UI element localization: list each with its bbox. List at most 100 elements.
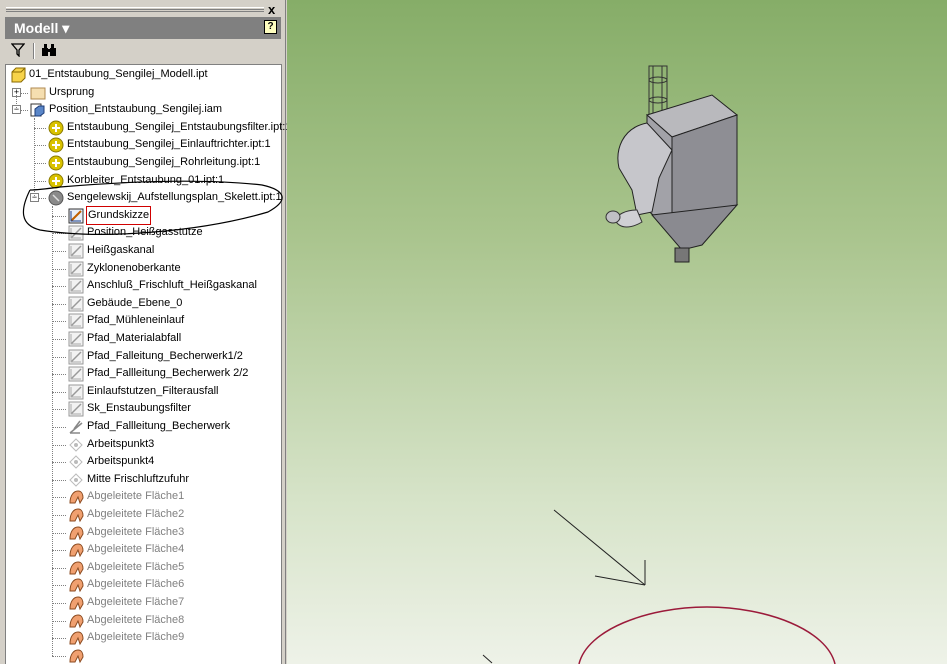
filter-model[interactable] <box>605 65 739 263</box>
sketch-icon <box>68 401 84 417</box>
tree-item[interactable]: Abgeleitete Fläche6 <box>6 576 281 593</box>
tree-item[interactable]: Grundskizze <box>6 205 281 225</box>
tree-item[interactable]: Abgeleitete Fläche4 <box>6 541 281 558</box>
tree-item-label: 01_Entstaubung_Sengilej_Modell.ipt <box>29 68 208 80</box>
tree-item[interactable]: Entstaubung_Sengilej_Entstaubungsfilter.… <box>6 119 291 136</box>
tree-item[interactable]: Pfad_Mühleneinlauf <box>6 312 281 329</box>
tree-connector <box>34 145 46 147</box>
tree-item[interactable]: Pfad_Fallleitung_Becherwerk <box>6 418 281 435</box>
tree-item-label: Arbeitspunkt4 <box>87 455 155 468</box>
help-icon[interactable]: ? <box>264 20 277 34</box>
sketch-arrow <box>482 509 646 664</box>
tree-item[interactable]: − Sengelewskij_Aufstellungsplan_Skelett.i… <box>6 189 282 206</box>
surface-icon <box>68 630 84 646</box>
tree-item[interactable]: Abgeleitete Fläche5 <box>6 559 281 576</box>
tree-connector <box>52 479 66 481</box>
tree-item-label: Abgeleitete Fläche7 <box>87 596 185 608</box>
sketch-icon <box>68 243 84 259</box>
tree-item-label: Heißgaskanal <box>87 244 155 256</box>
tree-item[interactable]: Pfad_Fallleitung_Becherwerk 2/2 <box>6 365 281 382</box>
3d-viewport[interactable] <box>287 0 947 664</box>
tree-item[interactable]: Abgeleitete Fläche7 <box>6 594 281 611</box>
tree-item[interactable]: − Position_Entstaubung_Sengilej.iam <box>6 101 281 118</box>
tree-connector <box>52 286 66 288</box>
tree-connector <box>52 497 66 499</box>
tree-item[interactable]: Sk_Enstaubungsfilter <box>6 400 281 417</box>
tree-item-label: Abgeleitete Fläche3 <box>87 525 185 538</box>
tree-connector <box>52 515 66 516</box>
browser-mode-dropdown[interactable]: Modell ▾ <box>14 20 69 37</box>
tree-item-label: Abgeleitete Fläche4 <box>87 543 185 556</box>
tree-item[interactable]: Abgeleitete Fläche8 <box>6 612 281 629</box>
tree-item-label: Zyklonenoberkante <box>87 261 181 274</box>
tree-connector <box>52 444 66 446</box>
tree-item[interactable]: Pfad_Materialabfall <box>6 330 281 347</box>
sketch-icon <box>68 366 84 382</box>
tree-item[interactable]: Arbeitspunkt4 <box>6 453 281 470</box>
tree-item[interactable]: Abgeleitete Fläche9 <box>6 629 281 646</box>
tree-item[interactable]: Heißgaskanal <box>6 242 281 259</box>
tree-connector <box>52 638 66 640</box>
tree-item-label: Pfad_Mühleneinlauf <box>87 314 185 327</box>
tree-item-label: Korbleiter_Entstaubung_01.ipt:1 <box>67 173 225 186</box>
tree-item[interactable]: Position_Heißgasstutze <box>6 224 281 241</box>
tree-connector <box>52 620 66 622</box>
tree-item-label: Anschluß_Frischluft_Heißgaskanal <box>87 279 257 292</box>
tree-item-label: Abgeleitete Fläche6 <box>87 578 185 591</box>
tree-item[interactable]: Abgeleitete Fläche1 <box>6 488 281 505</box>
tree-item-label: Sengelewskij_Aufstellungsplan_Skelett.ip… <box>67 191 282 204</box>
tree-guide-line <box>52 206 53 656</box>
tree-item[interactable]: Abgeleitete Fläche3 <box>6 524 281 541</box>
tree-item[interactable]: Korbleiter_Entstaubung_01.ipt:1 <box>6 172 281 189</box>
tree-item[interactable]: + Ursprung <box>6 84 281 101</box>
sketch3d-icon <box>68 419 84 435</box>
tree-item[interactable]: Zyklonenoberkante <box>6 260 281 277</box>
viewport-scene <box>482 65 836 664</box>
tree-connector <box>52 321 66 323</box>
tree-connector <box>52 303 66 305</box>
filter-icon[interactable] <box>11 43 25 57</box>
binoculars-icon[interactable] <box>41 43 57 57</box>
tree-item[interactable]: Abgeleitete Fläche2 <box>6 506 281 523</box>
tree-item-label: Grundskizze <box>85 205 152 225</box>
tree-item[interactable]: Entstaubung_Sengilej_Rohrleitung.ipt:1 <box>6 154 281 171</box>
tree-item-label: Mitte Frischluftzufuhr <box>87 472 190 485</box>
tree-item[interactable]: Einlaufstutzen_Filterausfall <box>6 383 281 400</box>
workpoint-icon <box>68 454 84 470</box>
panel-grip[interactable] <box>6 7 264 12</box>
close-panel-button[interactable]: x <box>268 2 275 17</box>
surface-icon <box>68 542 84 558</box>
toolbar-separator <box>33 43 35 59</box>
tree-item-label: Abgeleitete Fläche2 <box>87 508 185 520</box>
tree-item-label: Arbeitspunkt3 <box>87 437 155 450</box>
tree-item[interactable]: 01_Entstaubung_Sengilej_Modell.ipt <box>6 66 281 83</box>
tree-item-label: Entstaubung_Sengilej_Entstaubungsfilter.… <box>67 120 292 133</box>
tree-item-label: Pfad_Falleitung_Becherwerk1/2 <box>87 349 243 362</box>
tree-connector <box>34 127 46 129</box>
sketch-circle[interactable] <box>578 606 836 664</box>
tree-item[interactable]: Arbeitspunkt3 <box>6 436 281 453</box>
tree-item[interactable]: Mitte Frischluftzufuhr <box>6 471 281 488</box>
tree-connector <box>52 268 66 270</box>
surface-icon <box>68 595 84 611</box>
tree-connector <box>52 374 66 376</box>
suppressed-icon <box>48 190 64 206</box>
tree-connector <box>52 409 66 411</box>
sketch-icon <box>68 225 84 241</box>
tree-item[interactable]: Anschluß_Frischluft_Heißgaskanal <box>6 277 281 294</box>
tree-item-label: Einlaufstutzen_Filterausfall <box>87 384 219 397</box>
tree-item-label: Ursprung <box>49 85 95 98</box>
component-icon <box>48 137 64 153</box>
surface-icon <box>68 489 84 505</box>
model-browser-panel: x Modell ▾ ? 01_Entstaubung_Sengilej_Mod… <box>0 0 291 664</box>
folder-icon <box>30 85 46 101</box>
tree-item[interactable]: Gebäude_Ebene_0 <box>6 295 281 312</box>
tree-connector <box>52 462 66 464</box>
tree-item[interactable]: Entstaubung_Sengilej_Einlauftrichter.ipt… <box>6 136 281 153</box>
tree-connector <box>52 585 66 587</box>
tree-item[interactable]: Pfad_Falleitung_Becherwerk1/2 <box>6 348 281 365</box>
tree-item[interactable] <box>6 647 281 664</box>
tree-connector <box>52 356 66 358</box>
tree-item-label: Entstaubung_Sengilej_Einlauftrichter.ipt… <box>67 138 271 151</box>
tree-item-label: Abgeleitete Fläche9 <box>87 631 185 644</box>
